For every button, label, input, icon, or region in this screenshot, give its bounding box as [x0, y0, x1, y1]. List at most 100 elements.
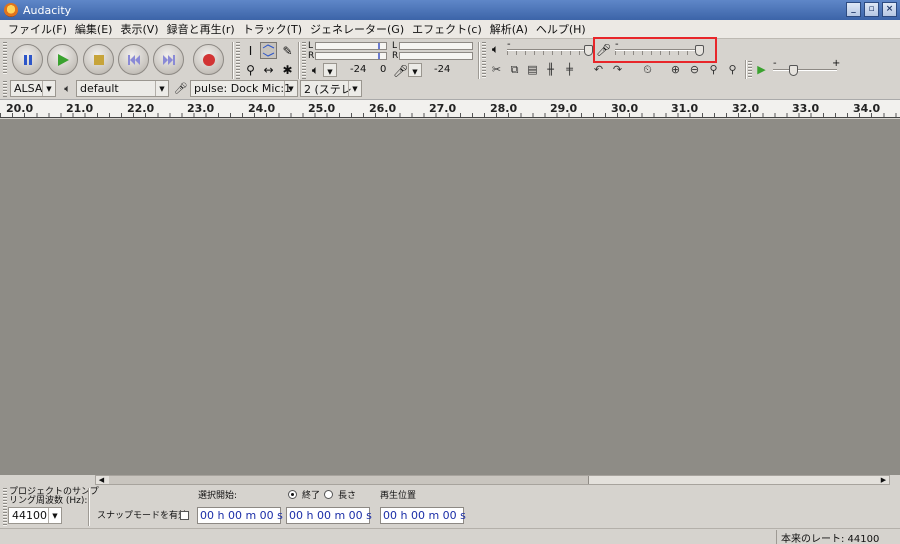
play-button[interactable]: [47, 44, 78, 75]
toolbar-grip[interactable]: [3, 42, 7, 75]
meter-label: R: [392, 51, 399, 61]
zoom-tool-icon[interactable]: ⚲: [242, 61, 259, 78]
play-at-speed-icon[interactable]: ▶: [753, 61, 770, 78]
playback-meter-dropdown[interactable]: ▼: [323, 63, 337, 77]
horizontal-scrollbar[interactable]: ◀ ▶: [95, 475, 890, 485]
playback-volume-thumb[interactable]: [584, 45, 593, 56]
skip-end-icon: [154, 45, 183, 74]
length-label: 長さ: [338, 491, 357, 501]
selection-end-field[interactable]: 00 h 00 m 00 s: [286, 507, 372, 524]
menu-generate[interactable]: ジェネレーター(G): [306, 21, 408, 37]
recording-meter-right[interactable]: [399, 52, 473, 60]
skip-to-end-button[interactable]: [153, 44, 184, 75]
toolbar-grip[interactable]: [482, 61, 486, 78]
stop-icon: [84, 45, 113, 74]
toolbar-grip[interactable]: [748, 61, 752, 78]
recording-device-value: pulse: Dock Mic:1: [194, 82, 292, 95]
time-value: 00 h 00 m 00 s: [200, 509, 283, 522]
time-value: 00 h 00 m 00 s: [383, 509, 466, 522]
track-area[interactable]: [0, 119, 900, 475]
record-button[interactable]: [193, 44, 224, 75]
recording-device-select[interactable]: pulse: Dock Mic:1 ▼: [190, 80, 298, 97]
recording-meter-dropdown[interactable]: ▼: [408, 63, 422, 77]
time-shift-tool-icon[interactable]: ↔: [260, 61, 277, 78]
menu-effect[interactable]: エフェクト(c): [408, 21, 486, 37]
toolbar-grip[interactable]: [3, 81, 7, 97]
toolbar-grip[interactable]: [3, 488, 7, 526]
toolbar-grip[interactable]: [482, 42, 486, 59]
maximize-button[interactable]: ▫: [864, 2, 879, 17]
audio-host-select[interactable]: ALSA ▼: [10, 80, 56, 97]
trim-icon[interactable]: ╫: [542, 61, 559, 78]
selection-start-label: 選択開始:: [198, 491, 238, 501]
pause-button[interactable]: [12, 44, 43, 75]
sync-lock-icon[interactable]: ⏲: [639, 61, 656, 78]
toolbar-separator: [478, 42, 480, 60]
zoom-out-icon[interactable]: ⊖: [686, 61, 703, 78]
length-radio[interactable]: [324, 490, 333, 499]
menu-transport[interactable]: 録音と再生(r): [163, 21, 239, 37]
toolbar-separator: [298, 42, 300, 79]
meter-db-label: -24: [434, 64, 451, 75]
end-radio[interactable]: [288, 490, 297, 499]
cut-icon[interactable]: ✂: [488, 61, 505, 78]
highlight-box: [593, 37, 717, 63]
menu-edit[interactable]: 編集(E): [71, 21, 117, 37]
record-icon: [194, 45, 223, 74]
close-button[interactable]: ×: [882, 2, 897, 17]
fit-selection-icon[interactable]: ⚲: [705, 61, 722, 78]
multi-tool-icon[interactable]: ✱: [279, 61, 296, 78]
microphone-icon[interactable]: 🎤︎: [392, 62, 409, 79]
menu-view[interactable]: 表示(V): [116, 21, 162, 37]
pause-icon: [13, 45, 42, 74]
recording-meter-left[interactable]: [399, 42, 473, 50]
stop-button[interactable]: [83, 44, 114, 75]
toolbar-separator: [745, 60, 747, 79]
envelope-tool-icon[interactable]: [260, 42, 277, 59]
snap-checkbox[interactable]: [180, 511, 189, 520]
project-rate-select[interactable]: 44100 ▼: [8, 507, 62, 524]
scroll-left-icon[interactable]: ◀: [96, 476, 107, 484]
actual-rate-status: 本来のレート: 44100: [776, 530, 886, 544]
menu-file[interactable]: ファイル(F): [4, 21, 71, 37]
toolbar-grip[interactable]: [302, 42, 306, 79]
undo-icon[interactable]: ↶: [590, 61, 607, 78]
title-bar: Audacity _ ▫ ×: [0, 0, 900, 20]
draw-tool-icon[interactable]: ✎: [279, 42, 296, 59]
play-speed-thumb[interactable]: [789, 65, 798, 76]
minimize-button[interactable]: _: [846, 2, 861, 17]
recording-channels-select[interactable]: 2 (ステレ ▼: [300, 80, 362, 97]
playback-meter-right[interactable]: [315, 52, 387, 60]
playback-device-select[interactable]: default ▼: [76, 80, 169, 97]
menu-tracks[interactable]: トラック(T): [239, 21, 306, 37]
status-bar: 本来のレート: 44100: [0, 528, 900, 544]
scrollbar-thumb[interactable]: [109, 476, 589, 484]
playback-device-value: default: [80, 82, 119, 95]
speaker-icon[interactable]: 🔈︎: [307, 62, 324, 79]
end-label: 終了: [302, 491, 321, 501]
toolbar-separator: [88, 488, 90, 526]
silence-icon[interactable]: ╪: [561, 61, 578, 78]
ruler-ticks: [0, 113, 900, 117]
timeline-ruler[interactable]: 20.0 21.0 22.0 23.0 24.0 25.0 26.0 27.0 …: [0, 99, 900, 118]
audio-position-field[interactable]: 00 h 00 m 00 s: [380, 507, 466, 524]
toolbar-grip[interactable]: [236, 42, 240, 79]
redo-icon[interactable]: ↷: [609, 61, 626, 78]
skip-to-start-button[interactable]: [118, 44, 149, 75]
selection-start-field[interactable]: 00 h 00 m 00 s: [197, 507, 283, 524]
menu-analyze[interactable]: 解析(A): [486, 21, 532, 37]
menu-help[interactable]: ヘルプ(H): [532, 21, 590, 37]
scroll-right-icon[interactable]: ▶: [878, 476, 889, 484]
meter-db-label: -24: [350, 64, 367, 75]
fit-project-icon[interactable]: ⚲: [724, 61, 741, 78]
play-icon: [48, 45, 77, 74]
selection-tool-icon[interactable]: I: [242, 42, 259, 59]
playback-meter-left[interactable]: [315, 42, 387, 50]
meter-label: R: [308, 51, 315, 61]
paste-icon[interactable]: ▤: [524, 61, 541, 78]
toolbar-separator: [478, 60, 480, 79]
meter-label: L: [308, 41, 314, 51]
play-speed-slider[interactable]: [773, 69, 837, 71]
zoom-in-icon[interactable]: ⊕: [667, 61, 684, 78]
copy-icon[interactable]: ⧉: [506, 61, 523, 78]
